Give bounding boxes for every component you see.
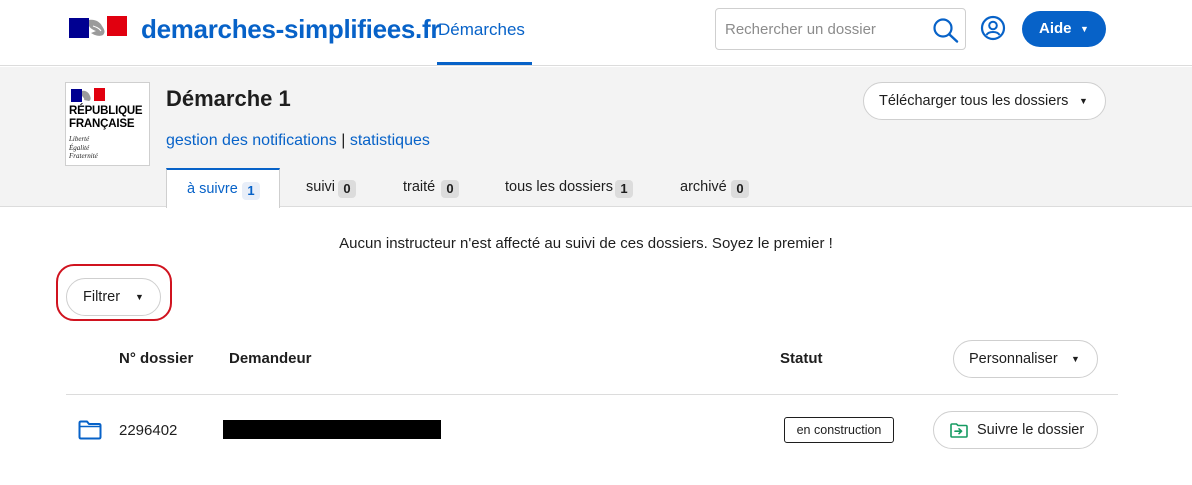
status-badge: en construction — [784, 417, 894, 443]
motto-fraternite: Fraternité — [69, 152, 98, 160]
column-header-applicant[interactable]: Demandeur — [229, 350, 312, 367]
tab-a-suivre[interactable]: à suivre 1 — [166, 168, 280, 208]
tab-label: traité — [403, 179, 436, 195]
page-title: Démarche 1 — [166, 86, 291, 111]
chevron-down-icon: ▼ — [1071, 354, 1080, 364]
redacted-applicant — [223, 420, 441, 439]
dossier-number[interactable]: 2296402 — [119, 422, 177, 439]
follow-icon — [950, 423, 968, 438]
follow-dossier-button[interactable]: Suivre le dossier — [933, 411, 1098, 449]
tab-suivi[interactable]: suivi 0 — [280, 168, 376, 208]
customize-button-label: Personnaliser — [969, 351, 1058, 367]
top-header: demarches-simplifiees.fr Démarches Aide … — [0, 0, 1192, 66]
tab-traite[interactable]: traité 0 — [376, 168, 472, 208]
download-all-button[interactable]: Télécharger tous les dossiers ▼ — [863, 82, 1106, 120]
chevron-down-icon: ▼ — [135, 292, 144, 302]
tab-count-badge: 0 — [338, 180, 356, 198]
filter-button-label: Filtrer — [83, 289, 121, 305]
column-header-status[interactable]: Statut — [780, 350, 823, 367]
marianne-flag-icon[interactable] — [69, 16, 127, 38]
tab-label: archivé — [680, 179, 727, 195]
logo-motto: Liberté Égalité Fraternité — [69, 135, 98, 161]
follow-dossier-label: Suivre le dossier — [977, 422, 1085, 438]
customize-columns-button[interactable]: Personnaliser ▼ — [953, 340, 1098, 378]
download-all-label: Télécharger tous les dossiers — [879, 93, 1069, 109]
republique-francaise-logo: RÉPUBLIQUE FRANÇAISE Liberté Égalité Fra… — [65, 82, 150, 166]
procedure-header: RÉPUBLIQUE FRANÇAISE Liberté Égalité Fra… — [0, 67, 1192, 208]
help-button[interactable]: Aide ▼ — [1022, 11, 1106, 47]
brand-link[interactable]: demarches-simplifiees.fr — [141, 14, 440, 45]
marianne-flag-icon — [71, 88, 105, 102]
tab-count-badge: 1 — [242, 182, 260, 200]
tab-count-badge: 0 — [441, 180, 459, 198]
nav-demarches[interactable]: Démarches — [438, 20, 525, 40]
nav-active-indicator — [437, 62, 532, 65]
tab-label: à suivre — [187, 181, 238, 197]
help-button-label: Aide — [1039, 20, 1072, 37]
chevron-down-icon: ▼ — [1080, 24, 1089, 34]
search-box — [715, 8, 966, 50]
no-instructor-notice: Aucun instructeur n'est affecté au suivi… — [339, 235, 833, 252]
folder-icon[interactable] — [78, 420, 102, 440]
tab-count-badge: 1 — [615, 180, 633, 198]
search-icon[interactable] — [932, 17, 960, 43]
logo-line-2: FRANÇAISE — [69, 118, 135, 130]
procedure-links: gestion des notifications | statistiques — [166, 132, 430, 150]
tab-archive[interactable]: archivé 0 — [642, 168, 762, 208]
statistics-link[interactable]: statistiques — [350, 132, 430, 149]
tab-label: suivi — [306, 179, 336, 195]
motto-egalite: Égalité — [69, 143, 90, 152]
column-header-number[interactable]: N° dossier — [119, 350, 193, 367]
tab-count-badge: 0 — [731, 180, 749, 198]
filter-button[interactable]: Filtrer ▼ — [66, 278, 161, 316]
logo-line-1: RÉPUBLIQUE — [69, 105, 143, 117]
motto-liberte: Liberté — [69, 135, 90, 143]
link-separator: | — [336, 132, 350, 149]
account-icon[interactable] — [980, 15, 1006, 41]
search-input[interactable] — [725, 19, 925, 39]
tab-tous-les-dossiers[interactable]: tous les dossiers 1 — [472, 168, 642, 208]
notifications-link[interactable]: gestion des notifications — [166, 132, 337, 149]
table-divider — [66, 394, 1118, 395]
tab-label: tous les dossiers — [505, 179, 613, 195]
chevron-down-icon: ▼ — [1079, 96, 1088, 106]
